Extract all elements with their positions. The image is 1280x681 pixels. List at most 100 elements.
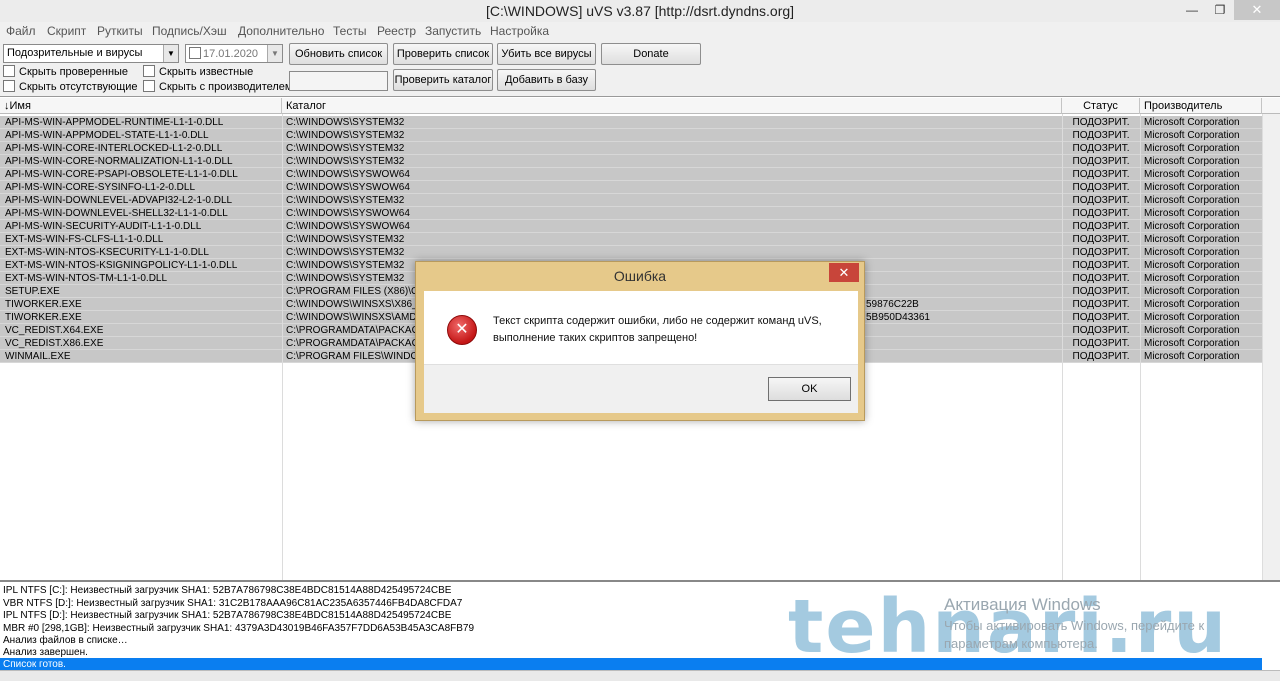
cell-vendor: Microsoft Corporation: [1144, 286, 1240, 297]
cell-name: WINMAIL.EXE: [5, 351, 71, 362]
cell-status: ПОДОЗРИТ.: [1072, 351, 1130, 362]
cell-name: TIWORKER.EXE: [5, 299, 82, 310]
hide-missing-option[interactable]: Скрыть отсутствующие: [3, 80, 138, 93]
date-value: 17.01.2020: [203, 48, 259, 60]
cell-status: ПОДОЗРИТ.: [1072, 247, 1130, 258]
cell-vendor: Microsoft Corporation: [1144, 325, 1240, 336]
cell-folder: C:\PROGRAMDATA\PACKAG: [286, 325, 416, 336]
filter-select-value: Подозрительные и вирусы: [7, 47, 143, 59]
hide-known-option[interactable]: Скрыть известные: [143, 65, 253, 78]
cell-name: API-MS-WIN-DOWNLEVEL-ADVAPI32-L2-1-0.DLL: [5, 195, 233, 206]
date-picker[interactable]: 17.01.2020 ▼: [185, 44, 283, 63]
refresh-list-button[interactable]: Обновить список: [289, 43, 388, 65]
hide-with-vendor-checkbox[interactable]: [143, 80, 155, 92]
log-line: IPL NTFS [C:]: Неизвестный загрузчик SHA…: [3, 585, 452, 596]
grid-scrollbar[interactable]: [1262, 114, 1280, 580]
cell-folder: C:\WINDOWS\SYSWOW64: [286, 208, 410, 219]
table-row[interactable]: API-MS-WIN-DOWNLEVEL-ADVAPI32-L2-1-0.DLL…: [0, 194, 1262, 207]
hide-with-vendor-option[interactable]: Скрыть с производителем: [143, 80, 292, 93]
cell-folder: C:\WINDOWS\SYSWOW64: [286, 182, 410, 193]
column-header-name[interactable]: ↓Имя: [0, 98, 282, 114]
cell-name: API-MS-WIN-CORE-SYSINFO-L1-2-0.DLL: [5, 182, 196, 193]
error-dialog: Ошибка ✕ ✕ Текст скрипта содержит ошибки…: [415, 261, 865, 421]
table-row[interactable]: API-MS-WIN-SECURITY-AUDIT-L1-1-0.DLL C:\W…: [0, 220, 1262, 233]
cell-status: ПОДОЗРИТ.: [1072, 156, 1130, 167]
cell-extra: 5B950D43361: [866, 312, 930, 323]
chevron-down-icon: ▼: [163, 45, 178, 62]
cell-folder: C:\PROGRAM FILES (X86)\CO: [286, 286, 416, 297]
menu-script[interactable]: Скрипт: [47, 24, 86, 38]
cell-name: TIWORKER.EXE: [5, 312, 82, 323]
hide-checked-option[interactable]: Скрыть проверенные: [3, 65, 128, 78]
cell-vendor: Microsoft Corporation: [1144, 351, 1240, 362]
dialog-close-button[interactable]: ✕: [829, 263, 859, 282]
cell-vendor: Microsoft Corporation: [1144, 247, 1240, 258]
hide-missing-checkbox[interactable]: [3, 80, 15, 92]
cell-name: API-MS-WIN-DOWNLEVEL-SHELL32-L1-1-0.DLL: [5, 208, 228, 219]
column-header-status[interactable]: Статус: [1062, 98, 1140, 114]
dialog-message-line: Текст скрипта содержит ошибки, либо не с…: [493, 315, 822, 327]
cell-status: ПОДОЗРИТ.: [1072, 195, 1130, 206]
cell-folder: C:\WINDOWS\SYSWOW64: [286, 221, 410, 232]
menu-additional[interactable]: Дополнительно: [238, 24, 324, 38]
column-header-folder[interactable]: Каталог: [282, 98, 1062, 114]
table-row[interactable]: API-MS-WIN-CORE-SYSINFO-L1-2-0.DLL C:\WIN…: [0, 181, 1262, 194]
cell-status: ПОДОЗРИТ.: [1072, 208, 1130, 219]
cell-status: ПОДОЗРИТ.: [1072, 221, 1130, 232]
table-row[interactable]: API-MS-WIN-APPMODEL-RUNTIME-L1-1-0.DLL C:…: [0, 116, 1262, 129]
column-header-vendor[interactable]: Производитель: [1140, 98, 1262, 114]
cell-vendor: Microsoft Corporation: [1144, 130, 1240, 141]
table-row[interactable]: API-MS-WIN-APPMODEL-STATE-L1-1-0.DLL C:\W…: [0, 129, 1262, 142]
check-list-button[interactable]: Проверить список: [393, 43, 493, 65]
cell-status: ПОДОЗРИТ.: [1072, 338, 1130, 349]
cell-name: API-MS-WIN-APPMODEL-STATE-L1-1-0.DLL: [5, 130, 209, 141]
window-titlebar: [C:\WINDOWS] uVS v3.87 [http://dsrt.dynd…: [0, 0, 1280, 22]
cell-status: ПОДОЗРИТ.: [1072, 286, 1130, 297]
add-to-base-button[interactable]: Добавить в базу: [497, 69, 596, 91]
cell-name: API-MS-WIN-CORE-PSAPI-OBSOLETE-L1-1-0.DL…: [5, 169, 238, 180]
cell-folder: C:\WINDOWS\WINSXS\AMD: [286, 312, 416, 323]
dialog-body: ✕ Текст скрипта содержит ошибки, либо не…: [424, 291, 858, 413]
cell-name: API-MS-WIN-SECURITY-AUDIT-L1-1-0.DLL: [5, 221, 202, 232]
hide-checked-checkbox[interactable]: [3, 65, 15, 77]
table-row[interactable]: API-MS-WIN-CORE-PSAPI-OBSOLETE-L1-1-0.DL…: [0, 168, 1262, 181]
cell-vendor: Microsoft Corporation: [1144, 143, 1240, 154]
menu-registry[interactable]: Реестр: [377, 24, 416, 38]
cell-status: ПОДОЗРИТ.: [1072, 143, 1130, 154]
cell-name: API-MS-WIN-CORE-INTERLOCKED-L1-2-0.DLL: [5, 143, 223, 154]
cell-vendor: Microsoft Corporation: [1144, 195, 1240, 206]
kill-all-viruses-button[interactable]: Убить все вирусы: [497, 43, 596, 65]
cell-status: ПОДОЗРИТ.: [1072, 234, 1130, 245]
cell-status: ПОДОЗРИТ.: [1072, 117, 1130, 128]
folder-path-field[interactable]: [289, 71, 388, 91]
table-row[interactable]: API-MS-WIN-CORE-INTERLOCKED-L1-2-0.DLL C:…: [0, 142, 1262, 155]
cell-status: ПОДОЗРИТ.: [1072, 169, 1130, 180]
cell-folder: C:\WINDOWS\SYSWOW64: [286, 169, 410, 180]
table-row[interactable]: API-MS-WIN-DOWNLEVEL-SHELL32-L1-1-0.DLL C…: [0, 207, 1262, 220]
minimize-button[interactable]: —: [1178, 0, 1206, 20]
column-divider: [282, 114, 283, 580]
donate-button[interactable]: Donate: [601, 43, 701, 65]
check-folder-button[interactable]: Проверить каталог: [393, 69, 493, 91]
cell-vendor: Microsoft Corporation: [1144, 273, 1240, 284]
maximize-button[interactable]: ❐: [1206, 0, 1234, 20]
filter-select[interactable]: Подозрительные и вирусы ▼: [3, 44, 179, 63]
date-checkbox[interactable]: [189, 47, 201, 59]
hide-known-checkbox[interactable]: [143, 65, 155, 77]
ok-button[interactable]: OK: [768, 377, 851, 401]
table-row[interactable]: EXT-MS-WIN-NTOS-KSECURITY-L1-1-0.DLL C:\W…: [0, 246, 1262, 259]
cell-vendor: Microsoft Corporation: [1144, 208, 1240, 219]
menu-rootkits[interactable]: Руткиты: [97, 24, 143, 38]
menu-signature-hash[interactable]: Подпись/Хэш: [152, 24, 227, 38]
menu-run[interactable]: Запустить: [425, 24, 481, 38]
status-bar: [0, 670, 1280, 681]
cell-vendor: Microsoft Corporation: [1144, 117, 1240, 128]
window-close-button[interactable]: ✕: [1234, 0, 1280, 20]
table-row[interactable]: EXT-MS-WIN-FS-CLFS-L1-1-0.DLL C:\WINDOWS\…: [0, 233, 1262, 246]
table-row[interactable]: API-MS-WIN-CORE-NORMALIZATION-L1-1-0.DLL…: [0, 155, 1262, 168]
menu-settings[interactable]: Настройка: [490, 24, 549, 38]
menu-file[interactable]: Файл: [6, 24, 36, 38]
cell-vendor: Microsoft Corporation: [1144, 156, 1240, 167]
menu-tests[interactable]: Тесты: [333, 24, 366, 38]
cell-folder: C:\PROGRAMDATA\PACKAG: [286, 338, 416, 349]
